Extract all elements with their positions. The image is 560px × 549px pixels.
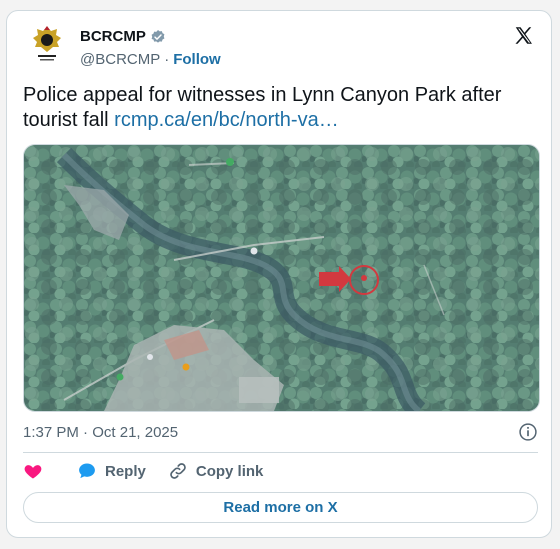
reply-label: Reply: [105, 462, 146, 480]
reply-bubble-icon: [79, 463, 95, 479]
divider: [23, 452, 538, 453]
handle-row: @BCRCMP · Follow: [80, 51, 221, 68]
heart-icon: [24, 465, 42, 479]
satellite-map-image: [24, 145, 539, 411]
tweet-text: Police appeal for witnesses in Lynn Cany…: [23, 83, 533, 133]
author-handle[interactable]: @BCRCMP: [80, 51, 160, 68]
verified-badge-icon: [151, 29, 165, 43]
info-icon[interactable]: [518, 422, 538, 442]
tweet-card: BCRCMP @BCRCMP · Follow Police appeal fo…: [6, 10, 552, 538]
x-logo-icon[interactable]: [513, 25, 535, 47]
author-row: BCRCMP: [80, 28, 166, 45]
copy-link-button[interactable]: Copy link: [168, 461, 264, 481]
date-separator: ·: [83, 423, 89, 441]
copy-link-label: Copy link: [195, 462, 264, 480]
rcmp-crest-icon[interactable]: [25, 23, 69, 67]
link-icon: [170, 463, 186, 479]
time-text: 1:37 PM: [23, 423, 79, 441]
separator: ·: [164, 51, 170, 68]
author-name[interactable]: BCRCMP: [80, 28, 146, 45]
follow-button[interactable]: Follow: [173, 51, 221, 68]
tweet-link[interactable]: rcmp.ca/en/bc/north-va…: [114, 109, 339, 131]
like-button[interactable]: [23, 461, 43, 481]
tweet-image-map[interactable]: [23, 144, 540, 412]
date-text: Oct 21, 2025: [92, 423, 179, 441]
timestamp[interactable]: 1:37 PM · Oct 21, 2025: [23, 424, 178, 441]
reply-button[interactable]: Reply: [77, 461, 146, 481]
read-more-button[interactable]: Read more on X: [23, 492, 538, 523]
timestamp-row: 1:37 PM · Oct 21, 2025: [23, 421, 538, 443]
actions-bar: Reply Copy link: [23, 459, 263, 483]
